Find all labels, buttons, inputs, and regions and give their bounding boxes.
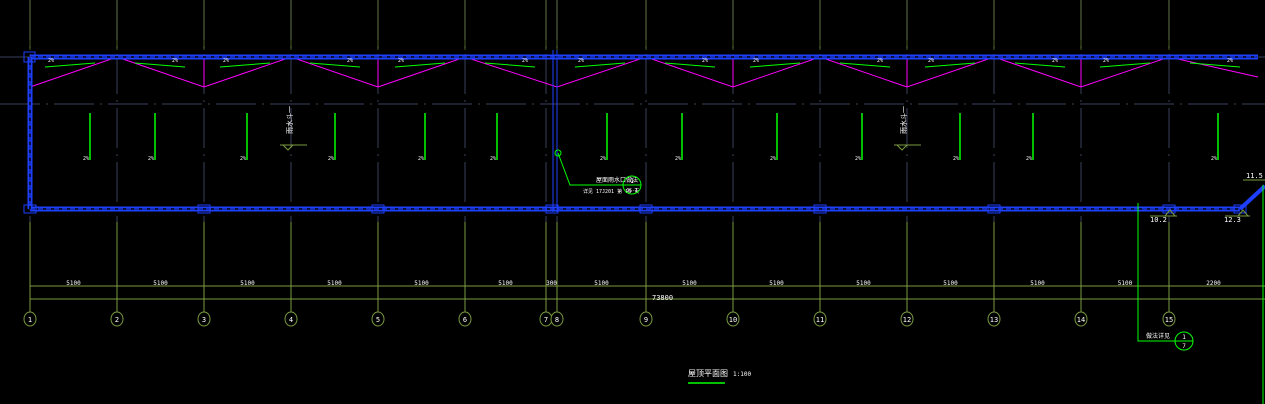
axis-label-6: 6 <box>463 316 467 324</box>
slope-label: 2% <box>702 58 708 64</box>
axis-label-14: 14 <box>1077 316 1085 324</box>
callout-top: 1 <box>630 178 634 185</box>
slope-label: 2% <box>1052 58 1058 64</box>
drawing-title: 屋顶平面图 <box>688 369 728 378</box>
axis-label-10: 10 <box>729 316 737 324</box>
span-dimension: 5100 <box>769 280 784 287</box>
callout-bottom: JS-1 <box>626 188 638 194</box>
elevation-3: 11.5 <box>1246 172 1263 180</box>
slope-label: 2% <box>1227 58 1233 64</box>
span-dimension: 5100 <box>240 280 255 287</box>
axis-label-12: 12 <box>903 316 911 324</box>
drain-pipes: 2% 2% 2% 2% 2% 2% 2% 2% 2% 2% 2% 2% 2% <box>83 113 1219 162</box>
span-dimension: 2200 <box>1206 280 1221 287</box>
span-dimension: 5100 <box>856 280 871 287</box>
span-dimension: 5100 <box>498 280 513 287</box>
drain-label: 2% <box>148 156 154 162</box>
elevation-2: 12.3 <box>1224 216 1241 224</box>
span-dimension: 5100 <box>414 280 429 287</box>
span-dimension: 5100 <box>327 280 342 287</box>
elevation-1: 10.2 <box>1150 216 1167 224</box>
callout-bottom-2: 7 <box>1182 343 1186 350</box>
wall-corner <box>1238 184 1265 211</box>
slope-label: 2% <box>48 58 54 64</box>
span-dimension: 5100 <box>594 280 609 287</box>
slope-label: 2% <box>223 58 229 64</box>
slope-label: 2% <box>877 58 883 64</box>
slope-label: 2% <box>347 58 353 64</box>
drain-label: 2% <box>675 156 681 162</box>
drain-label: 2% <box>418 156 424 162</box>
axis-bubbles: 1 2 3 4 5 6 7 8 9 10 11 12 13 14 15 <box>23 311 1176 327</box>
drain-label: 2% <box>855 156 861 162</box>
axis-label-2: 2 <box>115 316 119 324</box>
section-mark-1: 雨水斗一 <box>280 106 307 151</box>
slope-label: 2% <box>398 58 404 64</box>
drain-label: 2% <box>953 156 959 162</box>
drawing-scale: 1:100 <box>733 371 751 378</box>
axis-label-13: 13 <box>990 316 998 324</box>
axis-label-5: 5 <box>376 316 380 324</box>
section-label-2: 雨水斗一 <box>899 106 908 134</box>
drain-label: 2% <box>600 156 606 162</box>
dimension-lines: 5100 5100 5100 5100 5100 5100 300 5100 5100 5100 5… <box>30 280 1265 300</box>
slope-label: 2% <box>522 58 528 64</box>
axis-label-15: 15 <box>1165 316 1173 324</box>
span-dimension: 5100 <box>1030 280 1045 287</box>
parapet-walls <box>23 50 1265 214</box>
span-dimension: 300 <box>546 280 557 287</box>
drain-label: 2% <box>1211 156 1217 162</box>
drain-label: 2% <box>1026 156 1032 162</box>
slope-label: 2% <box>928 58 934 64</box>
slope-label: 2% <box>578 58 584 64</box>
callout-top-2: 1 <box>1182 334 1186 341</box>
span-dimension: 5100 <box>943 280 958 287</box>
roof-ridge-lines <box>29 56 1259 88</box>
axis-label-11: 11 <box>816 316 824 324</box>
drain-label: 2% <box>240 156 246 162</box>
drain-label: 2% <box>770 156 776 162</box>
section-label: 雨水斗一 <box>285 106 294 134</box>
detail-callout-drain: 屋面雨水口做法 详见 17J201 第 18 页 1 JS-1 <box>554 149 642 195</box>
ridge-line <box>29 56 1259 88</box>
roof-plan-drawing: 2% 2% 2% 2% 2% 2% 2% 2% 2% 2% 2% 2% 2% 2% 2% 2% 2% 2% 2% 2… <box>0 0 1265 404</box>
callout-text-2: 做法详见 <box>1146 332 1170 340</box>
axis-label-9: 9 <box>644 316 648 324</box>
axis-label-4: 4 <box>289 316 293 324</box>
slope-label: 2% <box>172 58 178 64</box>
drain-label: 2% <box>83 156 89 162</box>
total-dimension: 73800 <box>652 294 673 302</box>
drain-label: 2% <box>490 156 496 162</box>
drawing-title-block: 屋顶平面图 1:100 <box>688 369 751 384</box>
drain-label: 2% <box>328 156 334 162</box>
span-dimension: 5100 <box>153 280 168 287</box>
span-dimension: 5100 <box>682 280 697 287</box>
axis-label-8: 8 <box>555 316 559 324</box>
slope-label: 2% <box>1103 58 1109 64</box>
axis-label-1: 1 <box>28 316 32 324</box>
span-dimension: 5100 <box>66 280 81 287</box>
axis-label-7: 7 <box>544 316 548 324</box>
axis-label-3: 3 <box>202 316 206 324</box>
span-dimension: 5100 <box>1118 280 1133 287</box>
slope-label: 2% <box>753 58 759 64</box>
detail-callout-right: 做法详见 1 7 <box>1137 203 1194 351</box>
